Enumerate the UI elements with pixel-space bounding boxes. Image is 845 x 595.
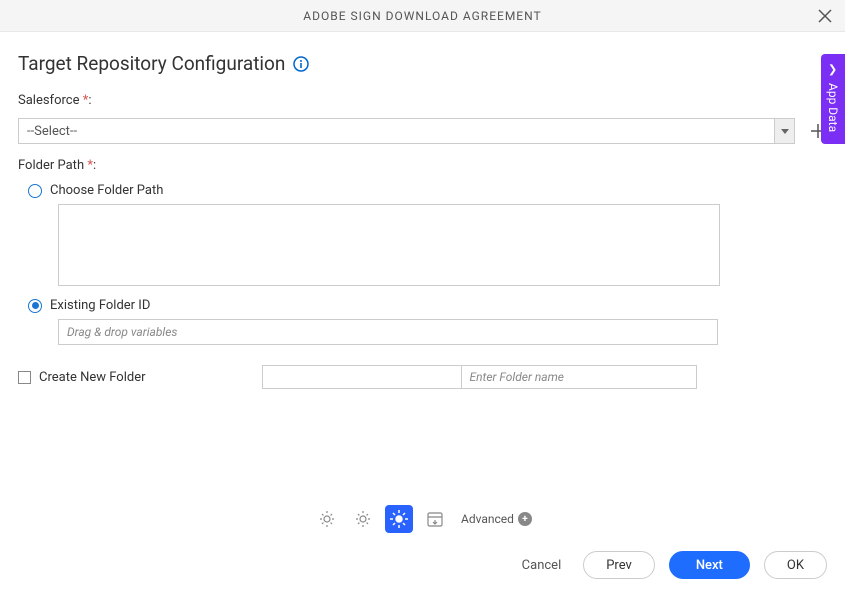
settings-bar: Advanced +: [0, 505, 845, 533]
existing-folder-input[interactable]: Drag & drop variables: [58, 319, 718, 345]
choose-folder-radio[interactable]: [28, 184, 42, 198]
gear-icon[interactable]: [313, 505, 341, 533]
salesforce-select[interactable]: --Select--: [18, 118, 795, 144]
prev-button[interactable]: Prev: [583, 551, 655, 579]
chevron-left-icon: ❮: [828, 64, 837, 77]
salesforce-label: Salesforce: [18, 93, 83, 108]
salesforce-field: Salesforce *:: [18, 93, 827, 108]
dialog-header: ADOBE SIGN DOWNLOAD AGREEMENT: [0, 0, 845, 32]
app-data-tab[interactable]: ❮ App Data: [821, 54, 845, 144]
folder-path-input[interactable]: [262, 365, 462, 389]
cancel-button[interactable]: Cancel: [514, 551, 570, 579]
folder-inputs: Enter Folder name: [262, 365, 697, 389]
create-folder-checkbox[interactable]: [18, 371, 31, 384]
choose-folder-radio-row: Choose Folder Path: [18, 183, 827, 198]
existing-folder-radio-row: Existing Folder ID: [18, 298, 827, 313]
advanced-toggle[interactable]: Advanced +: [461, 512, 532, 526]
choose-folder-textarea[interactable]: [58, 204, 720, 286]
gear-icon[interactable]: [349, 505, 377, 533]
salesforce-select-value: --Select--: [19, 119, 774, 143]
chevron-down-icon: [774, 119, 794, 143]
page-title-row: Target Repository Configuration: [18, 52, 827, 75]
schedule-icon[interactable]: [421, 505, 449, 533]
create-folder-label: Create New Folder: [39, 370, 146, 385]
existing-folder-label: Existing Folder ID: [50, 298, 150, 313]
info-icon[interactable]: [293, 56, 309, 72]
plus-icon: +: [518, 512, 532, 526]
ok-button[interactable]: OK: [764, 551, 827, 579]
app-data-label: App Data: [826, 83, 840, 132]
choose-folder-label: Choose Folder Path: [50, 183, 163, 198]
page-title: Target Repository Configuration: [18, 52, 285, 75]
salesforce-select-row: --Select--: [18, 118, 827, 144]
folder-path-field: Folder Path *:: [18, 158, 827, 173]
existing-folder-radio[interactable]: [28, 299, 42, 313]
create-folder-row: Create New Folder Enter Folder name: [18, 365, 827, 389]
next-button[interactable]: Next: [669, 551, 750, 579]
gear-icon[interactable]: [385, 505, 413, 533]
dialog-title: ADOBE SIGN DOWNLOAD AGREEMENT: [303, 9, 541, 23]
folder-name-input[interactable]: Enter Folder name: [462, 365, 697, 389]
advanced-label-text: Advanced: [461, 512, 514, 526]
dialog-content: Target Repository Configuration Salesfor…: [0, 32, 845, 389]
folder-path-label: Folder Path: [18, 158, 87, 173]
dialog-footer: Cancel Prev Next OK: [514, 551, 827, 579]
close-icon[interactable]: [817, 8, 833, 24]
